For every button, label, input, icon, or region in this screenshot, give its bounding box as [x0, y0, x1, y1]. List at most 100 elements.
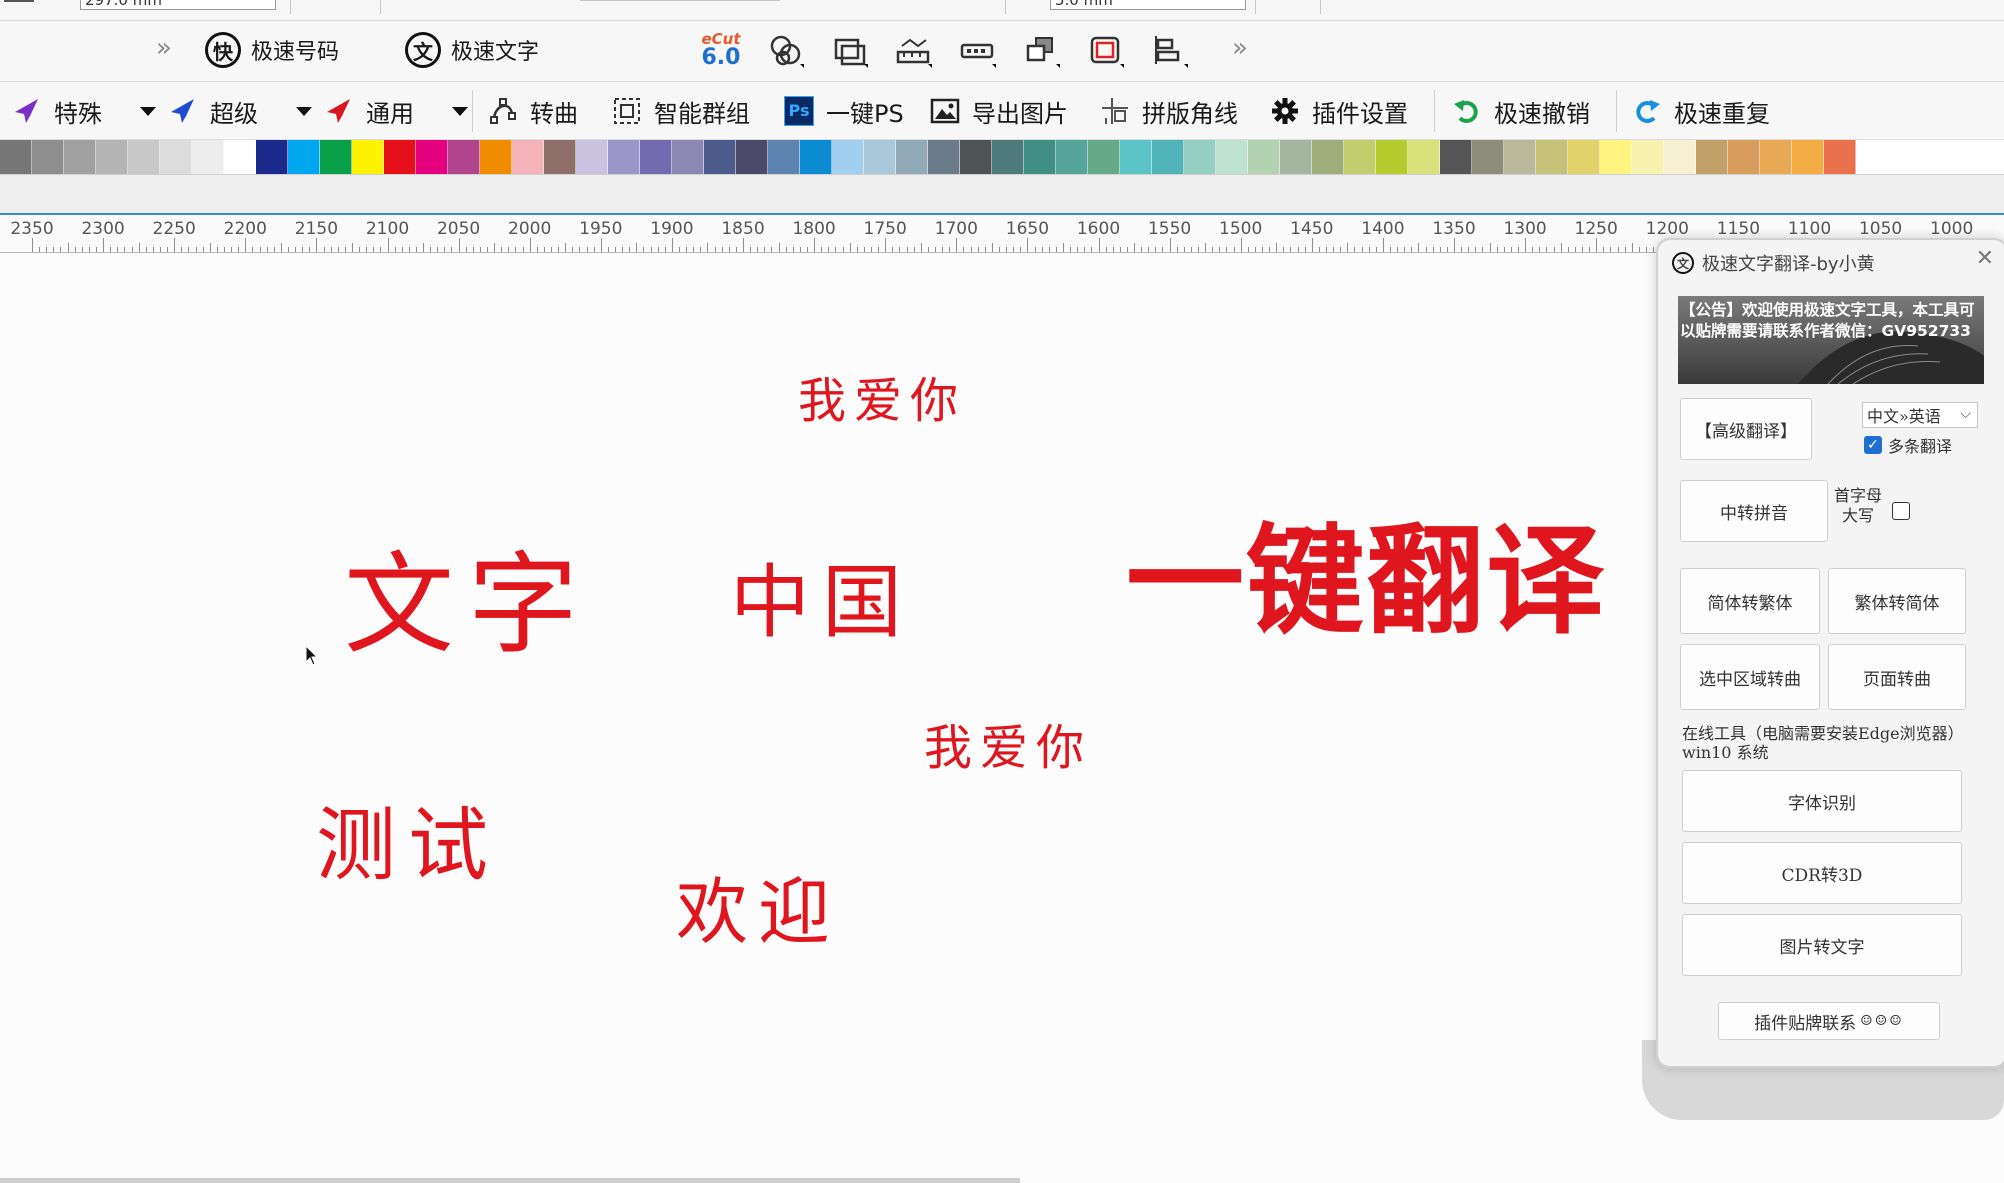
measure-icon[interactable] — [894, 32, 934, 70]
to-curve-button[interactable]: 转曲 — [488, 91, 578, 131]
palette-swatch[interactable] — [224, 140, 256, 174]
palette-swatch[interactable] — [1024, 140, 1056, 174]
palette-swatch[interactable] — [704, 140, 736, 174]
palette-swatch[interactable] — [192, 140, 224, 174]
palette-swatch[interactable] — [0, 140, 32, 174]
page-height-field[interactable]: 297.0 mm — [80, 0, 276, 10]
palette-swatch[interactable] — [1824, 140, 1856, 174]
arrange-order-icon[interactable] — [1022, 32, 1062, 70]
print-merge-icon[interactable] — [830, 32, 870, 70]
palette-swatch[interactable] — [544, 140, 576, 174]
palette-swatch[interactable] — [896, 140, 928, 174]
canvas-text-ceshi[interactable]: 测试 — [316, 781, 500, 897]
fast-redo-button[interactable]: 极速重复 — [1632, 91, 1770, 131]
palette-swatch[interactable] — [736, 140, 768, 174]
palette-swatch[interactable] — [1184, 140, 1216, 174]
palette-swatch[interactable] — [672, 140, 704, 174]
general-dropdown[interactable]: 通用 — [324, 91, 468, 131]
palette-swatch[interactable] — [64, 140, 96, 174]
capitalize-checkbox[interactable] — [1892, 502, 1910, 520]
palette-swatch[interactable] — [512, 140, 544, 174]
palette-swatch[interactable] — [352, 140, 384, 174]
palette-swatch[interactable] — [1568, 140, 1600, 174]
palette-swatch[interactable] — [96, 140, 128, 174]
palette-swatch[interactable] — [128, 140, 160, 174]
palette-swatch[interactable] — [1408, 140, 1440, 174]
palette-swatch[interactable] — [256, 140, 288, 174]
palette-swatch[interactable] — [1632, 140, 1664, 174]
horizontal-scrollbar[interactable] — [0, 1178, 1020, 1183]
palette-swatch[interactable] — [320, 140, 352, 174]
panel-titlebar[interactable]: 文 极速文字翻译-by小黄 — [1672, 250, 1875, 276]
palette-swatch[interactable] — [864, 140, 896, 174]
palette-swatch[interactable] — [1280, 140, 1312, 174]
palette-swatch[interactable] — [1344, 140, 1376, 174]
palette-swatch[interactable] — [32, 140, 64, 174]
advanced-translate-button[interactable]: 【高级翻译】 — [1680, 398, 1812, 460]
canvas-text-woaini-1[interactable]: 我爱你 — [798, 361, 966, 431]
crop-frame-icon[interactable] — [1086, 32, 1126, 70]
super-dropdown[interactable]: 超级 — [168, 91, 312, 131]
palette-swatch[interactable] — [1088, 140, 1120, 174]
dimension-icon[interactable] — [958, 32, 998, 70]
simplified-to-traditional-button[interactable]: 简体转繁体 — [1680, 568, 1820, 634]
palette-swatch[interactable] — [800, 140, 832, 174]
palette-swatch[interactable] — [1056, 140, 1088, 174]
palette-swatch[interactable] — [1440, 140, 1472, 174]
palette-swatch[interactable] — [384, 140, 416, 174]
one-key-ps-button[interactable]: Ps 一键PS — [784, 91, 904, 131]
palette-swatch[interactable] — [160, 140, 192, 174]
palette-swatch[interactable] — [1760, 140, 1792, 174]
toolbar-overflow-right[interactable]: » — [1232, 33, 1248, 63]
palette-swatch[interactable] — [928, 140, 960, 174]
palette-swatch[interactable] — [1600, 140, 1632, 174]
smart-group-button[interactable]: 智能群组 — [612, 91, 750, 131]
export-image-button[interactable]: 导出图片 — [930, 91, 1068, 131]
palette-swatch[interactable] — [992, 140, 1024, 174]
palette-swatch[interactable] — [576, 140, 608, 174]
palette-swatch[interactable] — [448, 140, 480, 174]
palette-swatch[interactable] — [416, 140, 448, 174]
palette-swatch[interactable] — [1504, 140, 1536, 174]
plugin-settings-button[interactable]: 插件设置 — [1270, 91, 1408, 131]
palette-swatch[interactable] — [1312, 140, 1344, 174]
fast-undo-button[interactable]: 极速撤销 — [1452, 91, 1590, 131]
align-distribute-icon[interactable] — [1150, 32, 1190, 70]
palette-swatch[interactable] — [1472, 140, 1504, 174]
palette-swatch[interactable] — [960, 140, 992, 174]
to-pinyin-button[interactable]: 中转拼音 — [1680, 480, 1828, 542]
palette-swatch[interactable] — [1696, 140, 1728, 174]
palette-swatch[interactable] — [608, 140, 640, 174]
canvas-text-woaini-2[interactable]: 我爱你 — [924, 708, 1092, 778]
palette-swatch[interactable] — [1248, 140, 1280, 174]
canvas-text-huanying[interactable]: 欢迎 — [676, 853, 840, 958]
palette-swatch[interactable] — [1728, 140, 1760, 174]
toolbar-overflow-left[interactable]: » — [156, 33, 172, 63]
canvas-text-wenzi[interactable]: 文字 — [344, 515, 592, 675]
palette-swatch[interactable] — [640, 140, 672, 174]
palette-swatch[interactable] — [288, 140, 320, 174]
palette-swatch[interactable] — [1152, 140, 1184, 174]
close-icon[interactable]: ✕ — [1976, 246, 1994, 271]
imposition-corners-button[interactable]: 拼版角线 — [1100, 91, 1238, 131]
fast-text-button[interactable]: 文 极速文字 — [405, 30, 539, 70]
ecut-button[interactable]: eCut 6.0 — [700, 32, 742, 72]
palette-swatch[interactable] — [1536, 140, 1568, 174]
image-to-text-button[interactable]: 图片转文字 — [1682, 914, 1962, 976]
palette-swatch[interactable] — [1792, 140, 1824, 174]
selection-to-curve-button[interactable]: 选中区域转曲 — [1680, 644, 1820, 710]
special-dropdown[interactable]: 特殊 — [12, 91, 156, 131]
fast-number-button[interactable]: 快 极速号码 — [205, 30, 339, 70]
palette-swatch[interactable] — [1376, 140, 1408, 174]
language-select[interactable]: 中文»英语 ⌵ — [1862, 402, 1978, 428]
nudge-distance-field[interactable]: 5.0 mm — [1050, 0, 1246, 10]
font-identify-button[interactable]: 字体识别 — [1682, 770, 1962, 832]
weld-shapes-icon[interactable] — [766, 32, 806, 70]
canvas-text-zhongguo[interactable]: 中国 — [730, 538, 914, 654]
palette-swatch[interactable] — [480, 140, 512, 174]
palette-swatch[interactable] — [1216, 140, 1248, 174]
palette-swatch[interactable] — [1664, 140, 1696, 174]
multi-translate-checkbox[interactable]: ✓ — [1864, 436, 1882, 454]
cdr-to-3d-button[interactable]: CDR转3D — [1682, 842, 1962, 904]
oem-contact-button[interactable]: 插件贴牌联系 ☺☺☺ — [1718, 1002, 1940, 1040]
